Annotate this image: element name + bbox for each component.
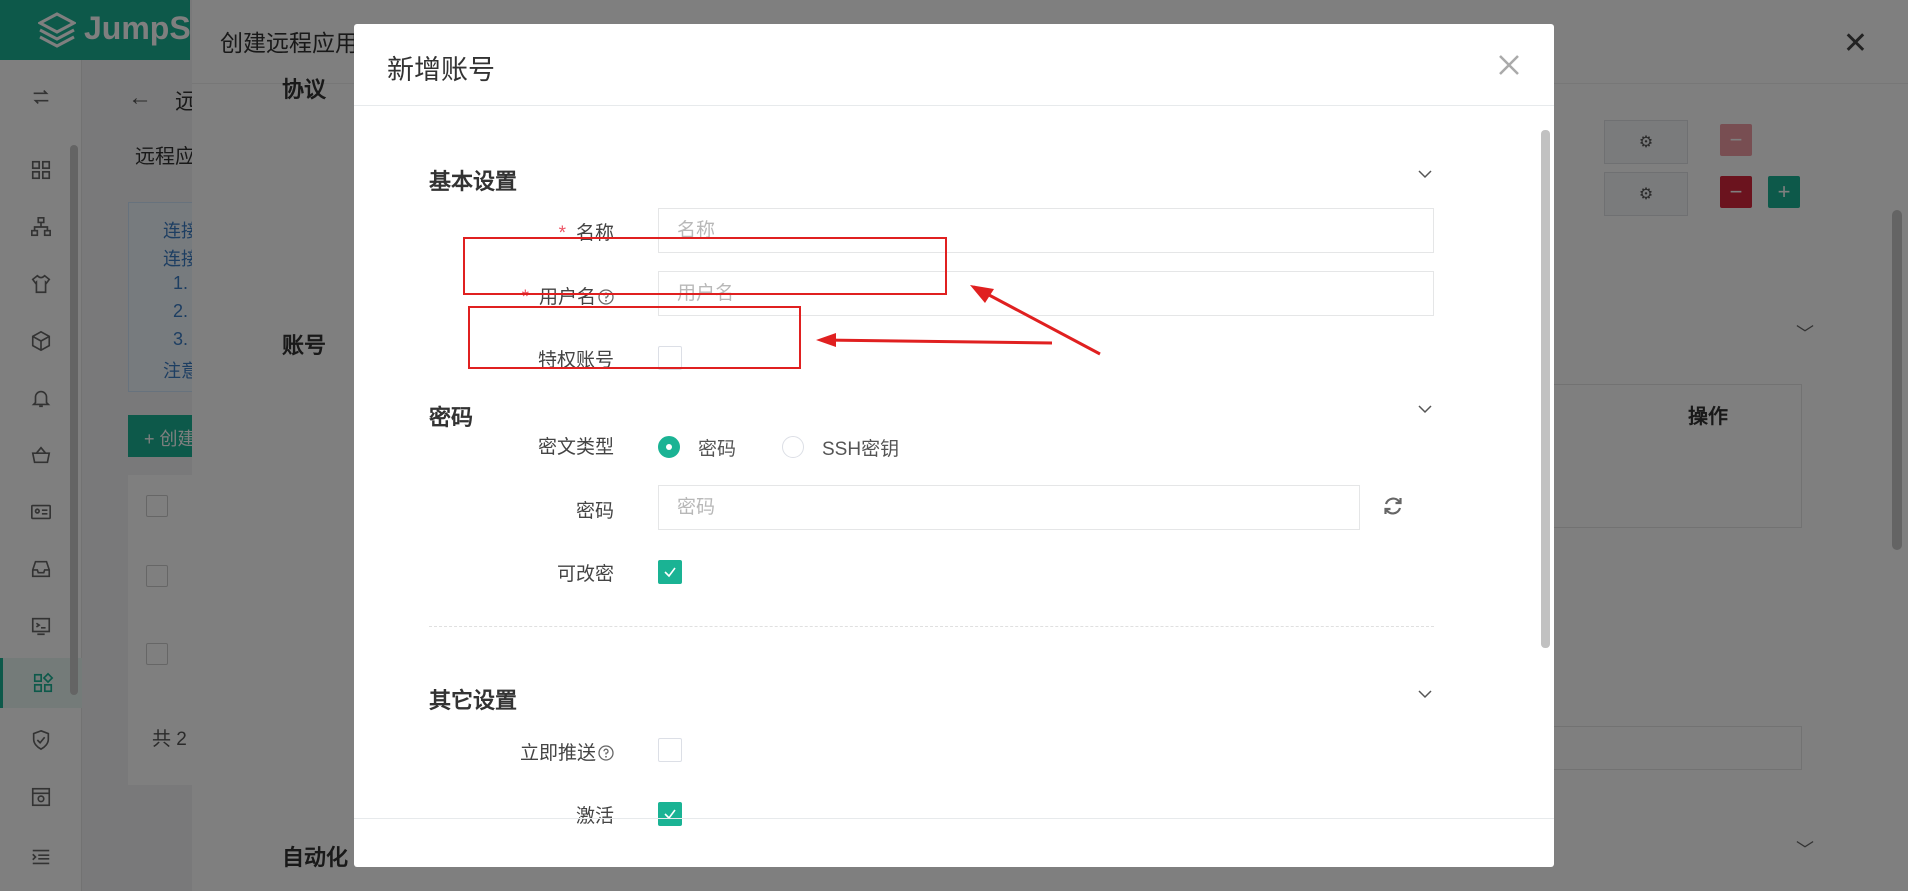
add-account-modal: 新增账号 基本设置 *名称 *用户名 特权账号 密码 密文类型 密码 SSH密钥… (354, 24, 1554, 867)
close-icon[interactable] (1494, 50, 1524, 80)
secret-type-label: 密文类型 (537, 437, 614, 458)
push-now-checkbox[interactable] (658, 738, 682, 762)
section-title-password: 密码 (429, 405, 474, 430)
push-now-label-text: 立即推送 (519, 743, 596, 764)
section-divider (429, 626, 1434, 627)
password-input[interactable] (658, 485, 1360, 530)
chevron-down-icon[interactable] (1416, 685, 1434, 703)
modal-body: 基本设置 *名称 *用户名 特权账号 密码 密文类型 密码 SSH密钥 密码 可… (354, 106, 1554, 827)
radio-password[interactable] (658, 436, 680, 458)
radio-ssh-key[interactable] (782, 436, 804, 458)
chevron-down-icon[interactable] (1416, 400, 1434, 418)
section-title-other: 其它设置 (429, 688, 518, 713)
changeable-label: 可改密 (556, 564, 614, 585)
modal-title: 新增账号 (387, 55, 495, 85)
modal-scrollbar[interactable] (1541, 130, 1550, 648)
modal-header: 新增账号 (354, 24, 1554, 106)
chevron-down-icon[interactable] (1416, 165, 1434, 183)
annotation-box-username (463, 237, 947, 295)
changeable-checkbox[interactable] (658, 560, 682, 584)
annotation-box-privileged (468, 306, 801, 369)
help-icon[interactable] (598, 745, 614, 761)
modal-footer (354, 818, 1554, 867)
radio-ssh-key-label[interactable]: SSH密钥 (822, 434, 899, 461)
password-label: 密码 (575, 501, 614, 522)
push-now-label: 立即推送 (474, 738, 614, 765)
refresh-icon[interactable] (1382, 495, 1404, 517)
radio-password-label[interactable]: 密码 (698, 434, 736, 461)
section-title-basic: 基本设置 (429, 169, 518, 194)
